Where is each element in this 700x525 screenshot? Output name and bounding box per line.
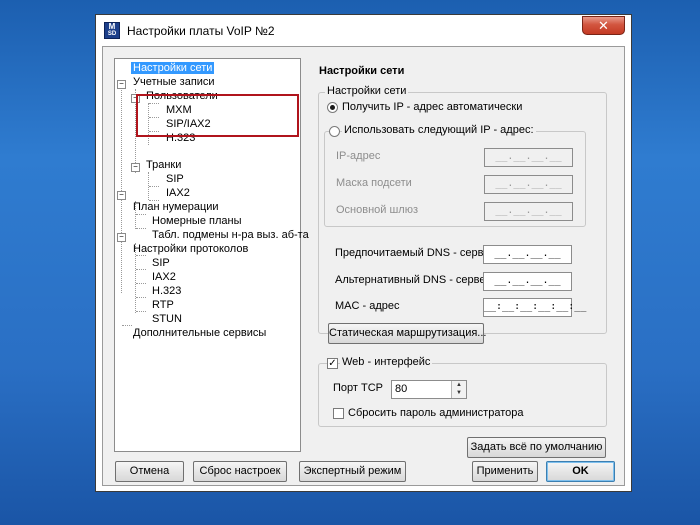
web-interface-checkbox[interactable]: ✓: [327, 358, 338, 369]
ip-address-label: IP-адрес: [336, 150, 381, 162]
web-interface-group: ✓ Web - интерфейс Порт TCP 80 ▲ ▼ Сброси…: [318, 356, 607, 427]
tree-item-trunks-iax2[interactable]: IAX2: [166, 187, 190, 199]
tcp-port-label: Порт TCP: [333, 382, 383, 394]
tree-line: [122, 325, 132, 326]
reset-password-checkbox[interactable]: [333, 408, 344, 419]
radio-auto-ip[interactable]: [327, 102, 338, 113]
tcp-port-spinner[interactable]: 80 ▲ ▼: [391, 380, 467, 399]
settings-tree[interactable]: − − − − − Настройки сети Учетные записи …: [114, 58, 309, 452]
close-icon: ✕: [598, 18, 609, 33]
tree-line: [136, 228, 146, 229]
dns-alternate-label: Альтернативный DNS - сервер: [335, 274, 492, 286]
tree-item-protocol-rtp[interactable]: RTP: [152, 299, 174, 311]
radio-auto-ip-label[interactable]: Получить IP - адрес автоматически: [342, 101, 522, 113]
tree-line: [149, 186, 159, 187]
tree-item-protocol-settings[interactable]: Настройки протоколов: [133, 243, 248, 255]
mac-address-label: MAC - адрес: [335, 300, 400, 312]
tree-line: [121, 80, 122, 293]
cancel-button-label: Отмена: [129, 465, 170, 477]
title-bar[interactable]: M SD Настройки платы VoIP №2 ✕: [96, 15, 631, 46]
tree-item-additional-services[interactable]: Дополнительные сервисы: [133, 327, 266, 339]
dns-preferred-label: Предпочитаемый DNS - сервер: [335, 247, 496, 259]
tree-item-numbering-plan[interactable]: План нумерации: [133, 201, 219, 213]
tree-line: [136, 214, 146, 215]
tcp-port-value: 80: [395, 383, 408, 395]
gateway-field[interactable]: __.__.__.__: [484, 202, 573, 221]
tree-item-number-plans[interactable]: Номерные планы: [152, 215, 242, 227]
tree-item-protocol-h323[interactable]: H.323: [152, 285, 181, 297]
reset-password-label[interactable]: Сбросить пароль администратора: [348, 407, 523, 419]
dialog-client-area: − − − − − Настройки сети Учетные записи …: [102, 46, 625, 486]
tree-item-network-settings[interactable]: Настройки сети: [131, 62, 215, 74]
set-defaults-button[interactable]: Задать всё по умолчанию: [467, 437, 606, 458]
window-title: Настройки платы VoIP №2: [127, 24, 275, 38]
highlight-annotation-box: [136, 94, 299, 137]
app-logo-icon: M SD: [104, 22, 120, 39]
radio-manual-ip[interactable]: [329, 126, 340, 137]
dns-alternate-field[interactable]: __.__.__.__: [483, 272, 572, 291]
ok-button-label: OK: [572, 465, 589, 477]
tree-line: [136, 297, 146, 298]
static-routing-button[interactable]: Статическая маршрутизация...: [328, 323, 487, 344]
tree-item-trunks-sip[interactable]: SIP: [166, 173, 184, 185]
mac-address-field[interactable]: __:__:__:__:__:__: [483, 298, 586, 317]
close-button[interactable]: ✕: [582, 16, 625, 35]
tree-item-protocol-sip[interactable]: SIP: [152, 257, 170, 269]
subnet-mask-field[interactable]: __.__.__.__: [484, 175, 573, 194]
network-group-legend: Настройки сети: [325, 85, 409, 97]
set-defaults-button-label: Задать всё по умолчанию: [470, 441, 603, 453]
gateway-label: Основной шлюз: [336, 204, 419, 216]
check-mark-icon: ✓: [328, 358, 337, 369]
tree-line: [136, 311, 146, 312]
reset-settings-button[interactable]: Сброс настроек: [193, 461, 287, 482]
radio-manual-ip-label[interactable]: Использовать следующий IP - адрес:: [342, 124, 536, 136]
expand-toggle-icon[interactable]: −: [131, 163, 140, 172]
apply-button[interactable]: Применить: [472, 461, 538, 482]
tree-item-protocol-iax2[interactable]: IAX2: [152, 271, 176, 283]
expert-mode-button-label: Экспертный режим: [303, 465, 402, 477]
dns-preferred-field[interactable]: __.__.__.__: [483, 245, 572, 264]
spinner-arrows[interactable]: ▲ ▼: [451, 381, 466, 398]
expert-mode-button[interactable]: Экспертный режим: [299, 461, 406, 482]
panel-title: Настройки сети: [319, 65, 405, 77]
cancel-button[interactable]: Отмена: [115, 461, 184, 482]
reset-settings-button-label: Сброс настроек: [199, 465, 281, 477]
dialog-window: M SD Настройки платы VoIP №2 ✕ − − − − −…: [95, 14, 632, 492]
static-routing-button-label: Статическая маршрутизация...: [329, 327, 487, 339]
tree-line: [136, 255, 146, 256]
ok-button[interactable]: OK: [546, 461, 615, 482]
expand-toggle-icon[interactable]: −: [117, 191, 126, 200]
expand-toggle-icon[interactable]: −: [117, 233, 126, 242]
static-ip-group: Использовать следующий IP - адрес: IP-ад…: [324, 124, 586, 227]
tree-line: [136, 269, 146, 270]
subnet-mask-label: Маска подсети: [336, 177, 412, 189]
ip-address-field[interactable]: __.__.__.__: [484, 148, 573, 167]
tree-item-accounts[interactable]: Учетные записи: [133, 76, 215, 88]
network-settings-group: Настройки сети Получить IP - адрес автом…: [318, 85, 607, 334]
spin-down-icon[interactable]: ▼: [452, 389, 466, 397]
apply-button-label: Применить: [476, 465, 534, 477]
tree-item-protocol-stun[interactable]: STUN: [152, 313, 182, 325]
tree-item-trunks[interactable]: Транки: [146, 159, 181, 171]
tree-line: [136, 283, 146, 284]
expand-toggle-icon[interactable]: −: [117, 80, 126, 89]
tree-item-substitution-table[interactable]: Табл. подмены н-ра выз. аб-та: [152, 229, 309, 241]
spin-up-icon[interactable]: ▲: [452, 381, 466, 389]
web-interface-label[interactable]: Web - интерфейс: [340, 356, 433, 368]
